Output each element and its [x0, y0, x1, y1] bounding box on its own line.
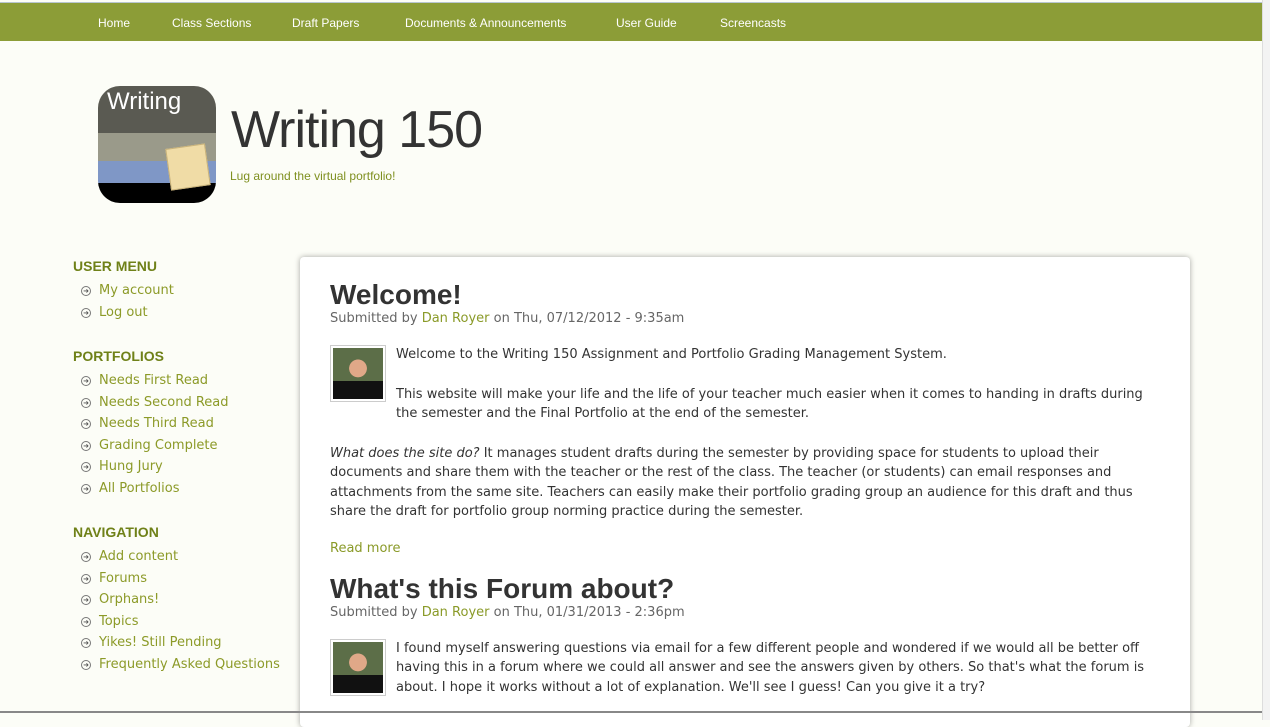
menu-item[interactable]: ➜ Frequently Asked Questions — [73, 657, 293, 679]
site-name[interactable]: Writing 150 — [231, 100, 483, 160]
post-date: on Thu, 07/12/2012 - 9:35am — [493, 311, 685, 326]
arrow-bullet-icon: ➜ — [81, 307, 91, 318]
divider — [0, 711, 1262, 713]
nav-user-guide[interactable]: User Guide — [616, 16, 677, 30]
menu-item[interactable]: ➜ Add content — [73, 549, 293, 571]
arrow-bullet-icon: ➜ — [81, 483, 91, 494]
nav-class-sections[interactable]: Class Sections — [172, 16, 251, 30]
menu-item[interactable]: ➜ Log out — [73, 305, 293, 327]
paragraph: This website will make your life and the… — [396, 386, 1143, 422]
post-date: on Thu, 01/31/2013 - 2:36pm — [493, 604, 685, 620]
menu-item[interactable]: ➜ Needs Third Read — [73, 416, 293, 438]
arrow-bullet-icon: ➜ — [81, 573, 91, 584]
menu-item-label: Topics — [99, 613, 139, 629]
site-slogan: Lug around the virtual portfolio! — [230, 169, 396, 183]
menu-item-label: My account — [99, 283, 174, 298]
submitted-info: Submitted by Dan Royer on Thu, 07/12/201… — [330, 311, 1160, 326]
main-nav: Home Class Sections Draft Papers Documen… — [0, 2, 1262, 41]
author-link[interactable]: Dan Royer — [422, 311, 490, 326]
block-title: PORTFOLIOS — [73, 348, 164, 364]
nav-home[interactable]: Home — [98, 16, 130, 30]
site-logo[interactable]: Writing — [98, 86, 216, 203]
menu-list: ➜ Add content ➜ Forums ➜ Orphans! ➜ Topics ➜ Yike… — [73, 549, 293, 678]
read-more-link[interactable]: Read more — [330, 541, 1160, 556]
menu-item[interactable]: ➜ All Portfolios — [73, 481, 293, 503]
menu-item[interactable]: ➜ Orphans! — [73, 592, 293, 614]
submitted-label: Submitted by — [330, 604, 418, 620]
menu-item-label: Add content — [99, 549, 179, 564]
nav-screencasts[interactable]: Screencasts — [720, 16, 786, 30]
arrow-bullet-icon: ➜ — [81, 659, 91, 670]
menu-item-label: Hung Jury — [99, 459, 163, 474]
nav-draft-papers[interactable]: Draft Papers — [292, 16, 359, 30]
menu-item[interactable]: ➜ Topics — [73, 614, 293, 636]
arrow-bullet-icon: ➜ — [81, 462, 91, 472]
submitted-info: Submitted by Dan Royer on Thu, 01/31/201… — [330, 605, 1160, 620]
arrow-bullet-icon: ➜ — [81, 376, 91, 386]
submitted-label: Submitted by — [330, 311, 418, 326]
menu-item-label: Orphans! — [99, 592, 160, 607]
menu-item[interactable]: ➜ Needs First Read — [73, 373, 293, 395]
menu-list: ➜ Needs First Read ➜ Needs Second Read ➜ Need… — [73, 373, 293, 502]
menu-item[interactable]: ➜ Yikes! Still Pending — [73, 635, 293, 657]
paragraph: I found myself answering questions via e… — [396, 640, 1145, 695]
menu-item[interactable]: ➜ Hung Jury — [73, 459, 293, 481]
menu-item[interactable]: ➜ My account — [73, 283, 293, 305]
arrow-bullet-icon: ➜ — [81, 440, 91, 451]
author-avatar — [330, 345, 386, 402]
arrow-bullet-icon: ➜ — [81, 638, 91, 648]
menu-item-label: Forums — [99, 570, 147, 586]
menu-item-label: All Portfolios — [99, 480, 180, 496]
sidebar-block: NAVIGATION ➜ Add content ➜ Forums ➜ Orphans! ➜ T… — [73, 524, 293, 678]
nav-documents-announcements[interactable]: Documents & Announcements — [405, 16, 566, 30]
paragraph: What does the site do? It manages studen… — [330, 444, 1160, 522]
menu-item-label: Grading Complete — [99, 437, 218, 453]
node-title[interactable]: What's this Forum about? — [330, 573, 1160, 605]
block-title: USER MENU — [73, 258, 158, 274]
author-link[interactable]: Dan Royer — [422, 605, 490, 620]
arrow-bullet-icon: ➜ — [81, 552, 91, 562]
menu-list: ➜ My account ➜ Log out — [73, 283, 293, 326]
block-title: NAVIGATION — [73, 524, 159, 540]
sidebar: USER MENU ➜ My account ➜ Log out PORTFOLIOS ➜ N… — [73, 258, 293, 700]
arrow-bullet-icon: ➜ — [81, 286, 91, 296]
scrollbar[interactable] — [1262, 0, 1270, 720]
menu-item-label: Frequently Asked Questions — [99, 656, 280, 672]
menu-item-label: Needs Third Read — [99, 416, 214, 431]
menu-item[interactable]: ➜ Grading Complete — [73, 438, 293, 460]
paragraph: Welcome to the Writing 150 Assignment an… — [396, 347, 947, 362]
arrow-bullet-icon: ➜ — [81, 595, 91, 605]
sidebar-block: PORTFOLIOS ➜ Needs First Read ➜ Needs Second… — [73, 348, 293, 502]
menu-item-label: Needs Second Read — [99, 394, 229, 410]
menu-item[interactable]: ➜ Forums — [73, 571, 293, 593]
menu-item-label: Needs First Read — [99, 373, 209, 388]
node-title[interactable]: Welcome! — [330, 279, 1160, 311]
emphasis: What does the site do? — [330, 445, 480, 461]
menu-item-label: Yikes! Still Pending — [99, 635, 222, 650]
folder-icon — [165, 143, 211, 191]
author-avatar — [330, 638, 386, 696]
arrow-bullet-icon: ➜ — [81, 616, 91, 627]
node-forum: What's this Forum about? Submitted by Da… — [330, 573, 1160, 698]
sidebar-block: USER MENU ➜ My account ➜ Log out — [73, 258, 293, 326]
main-content: Welcome! Submitted by Dan Royer on Thu, … — [300, 257, 1190, 727]
arrow-bullet-icon: ➜ — [81, 397, 91, 408]
arrow-bullet-icon: ➜ — [81, 419, 91, 429]
node-welcome: Welcome! Submitted by Dan Royer on Thu, … — [330, 279, 1160, 556]
menu-item-label: Log out — [99, 304, 148, 320]
logo-text: Writing — [107, 88, 182, 115]
menu-item[interactable]: ➜ Needs Second Read — [73, 395, 293, 417]
